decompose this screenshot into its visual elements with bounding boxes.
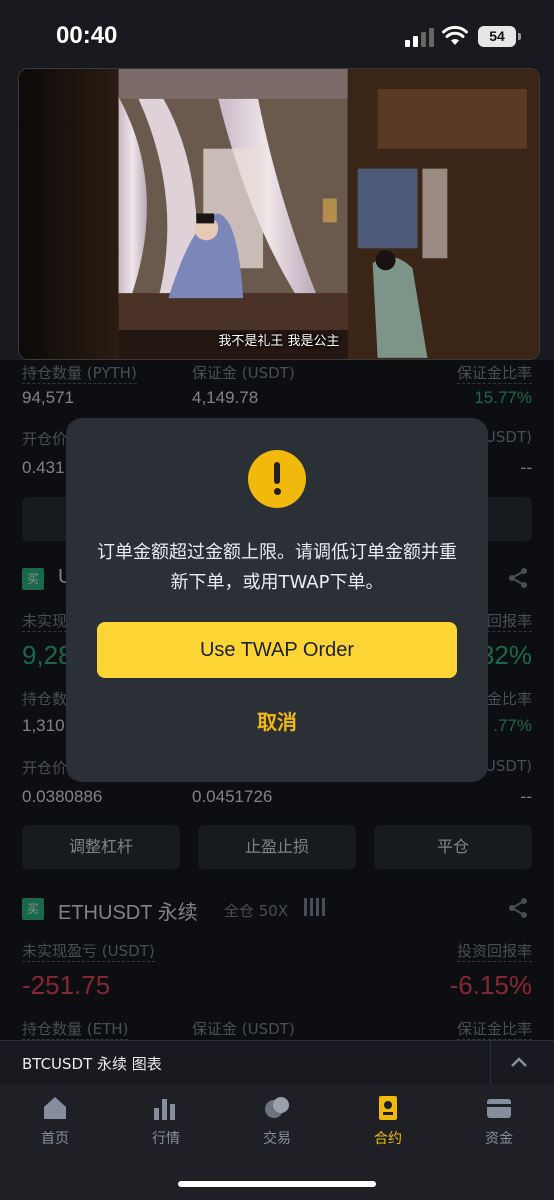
tab-trade[interactable]: 交易 xyxy=(237,1094,317,1154)
chevron-up-icon[interactable] xyxy=(510,1055,528,1069)
tab-markets-label: 行情 xyxy=(152,1131,180,1147)
futures-icon xyxy=(379,1096,397,1120)
video-player[interactable]: 我不是礼王 我是公主 xyxy=(18,68,540,360)
tab-home[interactable]: 首页 xyxy=(15,1094,95,1154)
wifi-icon xyxy=(442,25,468,45)
status-bar: 00:40 54 xyxy=(0,0,554,70)
tab-home-label: 首页 xyxy=(41,1131,69,1147)
wallet-icon xyxy=(487,1099,511,1118)
cellular-signal-icon xyxy=(405,28,434,47)
tab-funds[interactable]: 资金 xyxy=(459,1094,539,1154)
tab-futures-label: 合约 xyxy=(374,1131,402,1147)
video-frame xyxy=(19,69,539,359)
use-twap-order-button[interactable]: Use TWAP Order xyxy=(97,622,457,678)
tab-markets[interactable]: 行情 xyxy=(126,1094,206,1154)
tab-trade-label: 交易 xyxy=(263,1131,291,1147)
warning-icon xyxy=(248,450,306,508)
markets-icon xyxy=(154,1099,175,1120)
home-icon xyxy=(44,1097,66,1119)
status-time: 00:40 xyxy=(56,22,118,49)
strip-divider xyxy=(490,1041,491,1085)
video-subtitle: 我不是礼王 我是公主 xyxy=(218,334,340,349)
tab-futures[interactable]: 合约 xyxy=(348,1094,428,1154)
battery-indicator: 54 xyxy=(478,26,521,47)
cancel-button[interactable]: 取消 xyxy=(97,702,457,742)
trade-icon xyxy=(265,1097,289,1118)
chart-strip[interactable]: BTCUSDT 永续 图表 xyxy=(0,1040,554,1085)
chart-strip-title: BTCUSDT 永续 图表 xyxy=(22,1055,162,1073)
order-limit-dialog: 订单金额超过金额上限。请调低订单金额并重新下单，或用TWAP下单。 Use TW… xyxy=(66,418,488,782)
dialog-message: 订单金额超过金额上限。请调低订单金额并重新下单，或用TWAP下单。 xyxy=(97,542,457,593)
tab-funds-label: 资金 xyxy=(485,1131,513,1147)
home-indicator xyxy=(178,1181,376,1187)
